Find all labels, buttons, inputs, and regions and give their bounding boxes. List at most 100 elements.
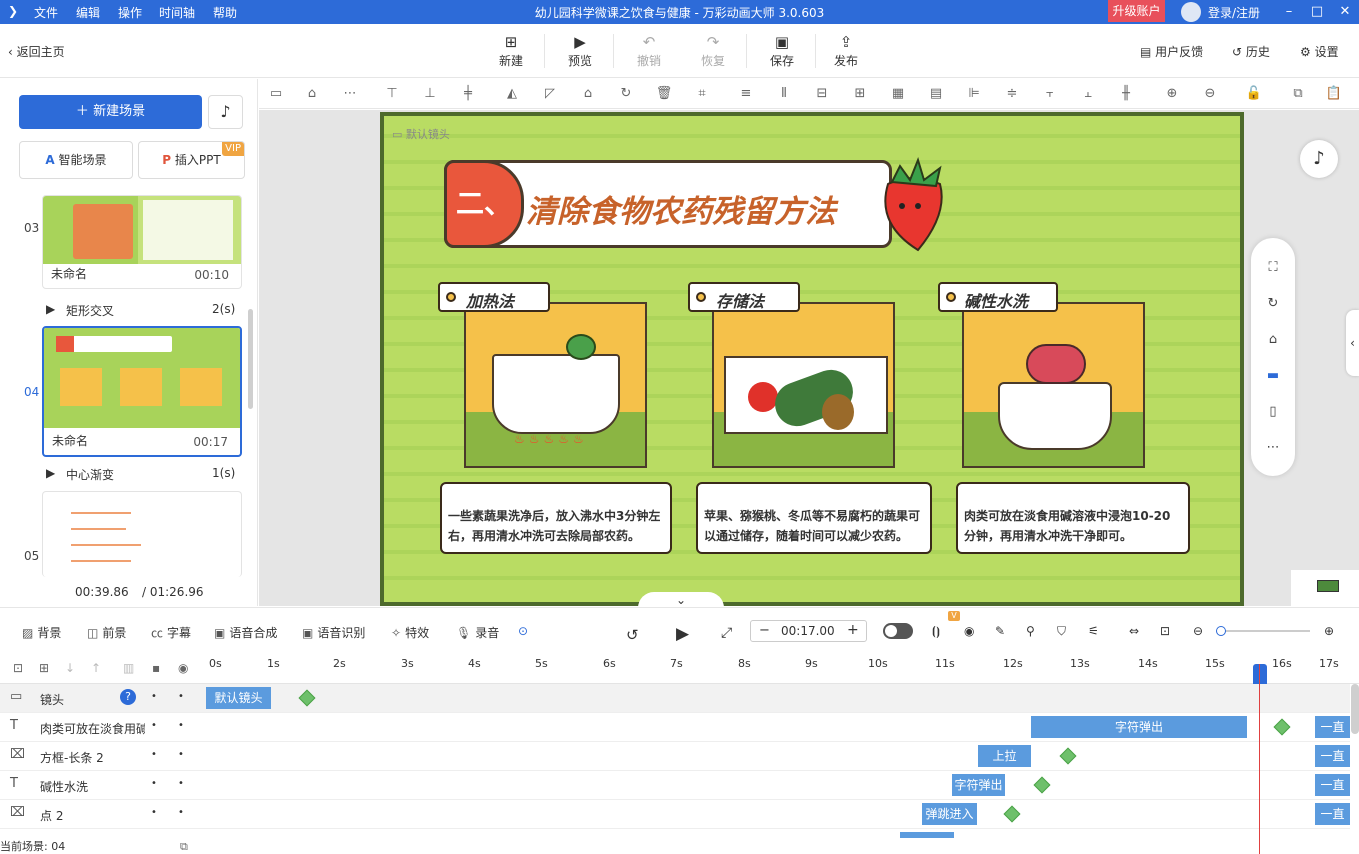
align-h-icon[interactable]: ≡ <box>737 85 755 103</box>
expand-icon[interactable]: ⤢ <box>721 625 732 641</box>
track-camera[interactable]: ▭ 镜头 ? • • 默认镜头 <box>0 684 1350 713</box>
timeline-scrollbar[interactable] <box>1351 684 1359 734</box>
scene-card-05[interactable] <box>42 491 242 577</box>
zoom-in-icon[interactable]: ⊕ <box>1324 624 1334 638</box>
login-link[interactable]: 登录/注册 <box>1208 4 1260 21</box>
unlock-icon[interactable]: 🔓 <box>1245 85 1263 103</box>
collapse-panel-button[interactable]: ⌄ <box>638 592 724 608</box>
help-icon[interactable]: ? <box>120 689 136 705</box>
keyframe-add-icon[interactable] <box>1273 718 1291 736</box>
menu-timeline[interactable]: 时间轴 <box>159 4 195 21</box>
align-bottom-icon[interactable]: ⊥ <box>421 85 439 103</box>
copy-icon[interactable]: ⧉ <box>1289 85 1307 103</box>
delete-icon[interactable]: 🗑 <box>655 85 673 103</box>
exit-clip[interactable]: 一直 <box>1315 774 1350 796</box>
preview-button[interactable]: ▶ 预览 <box>558 32 602 69</box>
history-button[interactable]: ↺ 历史 <box>1232 43 1270 60</box>
time-stepper[interactable]: − 00:17.00 + <box>750 620 867 642</box>
save-button[interactable]: ▣ 保存 <box>760 32 804 69</box>
fit-width-icon[interactable]: ⇔ <box>1129 624 1139 638</box>
zoom-in-icon[interactable]: ⊕ <box>1163 85 1181 103</box>
redo-button[interactable]: ↷ 恢复 <box>691 32 735 69</box>
keyframe-add-icon[interactable] <box>1033 776 1051 794</box>
subtitle-button[interactable]: ㏄字幕 <box>151 624 191 641</box>
ruler-icon[interactable]: ▭ <box>267 85 285 103</box>
tool-icon[interactable]: ⚲ <box>1026 624 1035 638</box>
add-track-icon[interactable]: ⊡ <box>13 661 23 675</box>
zoom-slider[interactable] <box>1216 626 1310 636</box>
music-button[interactable]: ♪ <box>208 95 243 129</box>
track-text-alkaline[interactable]: T 碱性水洗 • • 字符弹出 一直 <box>0 771 1350 800</box>
time-ruler[interactable]: 0s 1s 2s 3s 4s 5s 6s 7s 8s 9s 10s 11s 12… <box>205 654 1359 684</box>
bracket-icon[interactable]: ⦗⦘ <box>932 624 940 639</box>
avatar[interactable] <box>1181 2 1201 22</box>
expand-right-button[interactable]: ‹ <box>1346 310 1359 376</box>
exit-clip[interactable]: 一直 <box>1315 745 1350 767</box>
smart-scene-button[interactable]: A 智能场景 <box>19 141 133 179</box>
decrement-icon[interactable]: − <box>759 623 770 638</box>
stage-canvas[interactable]: ▭ 默认镜头 二、 清除食物农药残留方法 ♨♨♨♨♨ 加热法 一些素蔬果洗净后，… <box>380 112 1244 606</box>
minimize-icon[interactable]: – <box>1280 3 1298 21</box>
fit-icon[interactable]: ⌗ <box>693 85 711 103</box>
more-icon[interactable]: ⋯ <box>341 85 359 103</box>
camera-icon[interactable]: ◉ <box>964 624 974 638</box>
rotate-icon[interactable]: ↻ <box>1263 294 1283 314</box>
effects-button[interactable]: ✧ 特效 <box>391 624 429 641</box>
animation-clip[interactable]: 字符弹出 <box>1031 716 1247 738</box>
partial-clip[interactable] <box>900 832 954 838</box>
toggle-switch[interactable] <box>883 623 913 639</box>
add-folder-icon[interactable]: ⊞ <box>39 661 49 675</box>
distribute-icon[interactable]: ⊟ <box>813 85 831 103</box>
background-button[interactable]: ▨ 背景 <box>22 624 61 641</box>
music-float-button[interactable]: ♪ <box>1300 140 1338 178</box>
transition-item[interactable]: ▶ 矩形交叉 2(s) <box>46 302 235 319</box>
rotate-icon[interactable]: ↻ <box>617 85 635 103</box>
animation-clip[interactable]: 弹跳进入 <box>922 803 977 825</box>
align-top2-icon[interactable]: ⫟ <box>1041 85 1059 103</box>
skew-icon[interactable]: ◸ <box>541 85 559 103</box>
menu-file[interactable]: 文件 <box>34 4 58 21</box>
track-box[interactable]: ⌧ 方框-长条 2 • • 上拉 一直 <box>0 742 1350 771</box>
center-v-icon[interactable]: ╫ <box>1117 85 1135 103</box>
asr-button[interactable]: ▣ 语音识别 <box>302 624 365 641</box>
fullscreen-icon[interactable]: ⛶ <box>1263 258 1283 278</box>
back-home-button[interactable]: ‹ 返回主页 <box>8 43 65 60</box>
upgrade-button[interactable]: 升级账户 <box>1108 0 1165 22</box>
align-v-icon[interactable]: ⦀ <box>775 85 793 103</box>
animation-clip[interactable]: 上拉 <box>978 745 1031 767</box>
lock-icon[interactable]: ⌂ <box>579 85 597 103</box>
track-text-meat[interactable]: T 肉类可放在淡食用碱 • • 字符弹出 一直 <box>0 713 1350 742</box>
track-dot[interactable]: ⌧ 点 2 • • 弹跳进入 一直 <box>0 800 1350 829</box>
lock-icon[interactable]: ▪ <box>152 661 160 675</box>
settings-button[interactable]: ⚙ 设置 <box>1300 43 1339 60</box>
move-down-icon[interactable]: ↓ <box>65 661 75 675</box>
delete-icon[interactable]: ▥ <box>123 661 134 675</box>
feedback-button[interactable]: ▤ 用户反馈 <box>1140 43 1203 60</box>
play-icon[interactable]: ▶ <box>676 624 689 644</box>
sliders-icon[interactable]: ⚟ <box>1088 624 1099 638</box>
playhead-handle[interactable] <box>1253 664 1267 684</box>
zoom-out-icon[interactable]: ⊖ <box>1193 624 1203 638</box>
scene-card-04[interactable]: 未命名 00:17 <box>42 326 242 457</box>
move-up-icon[interactable]: ↑ <box>91 661 101 675</box>
foreground-button[interactable]: ◫ 前景 <box>87 624 126 641</box>
more-icon[interactable]: ⋯ <box>1263 438 1283 458</box>
align-left-icon[interactable]: ⊫ <box>965 85 983 103</box>
time-value[interactable]: 00:17.00 <box>781 624 835 638</box>
camera-clip[interactable]: 默认镜头 <box>206 687 271 709</box>
exit-clip[interactable]: 一直 <box>1315 803 1350 825</box>
undo-button[interactable]: ↶ 撤销 <box>627 32 671 69</box>
distribute-v-icon[interactable]: ⊞ <box>851 85 869 103</box>
align-top-icon[interactable]: ⊤ <box>383 85 401 103</box>
new-button[interactable]: ⊞ 新建 <box>489 32 533 69</box>
tts-button[interactable]: ▣ 语音合成 <box>214 624 277 641</box>
more-tools-button[interactable]: ⊙ <box>518 624 528 638</box>
unlock-icon[interactable]: ⌂ <box>1263 330 1283 350</box>
group-icon[interactable]: ▦ <box>889 85 907 103</box>
transition-item[interactable]: ▶ 中心渐变 1(s) <box>46 466 235 483</box>
scene-scrollbar[interactable] <box>248 309 253 409</box>
phone-icon[interactable]: ▯ <box>1263 402 1283 422</box>
edit-icon[interactable]: ✎ <box>995 624 1005 638</box>
insert-ppt-button[interactable]: P 插入PPT VIP <box>138 141 245 179</box>
keyframe-add-icon[interactable] <box>1059 747 1077 765</box>
